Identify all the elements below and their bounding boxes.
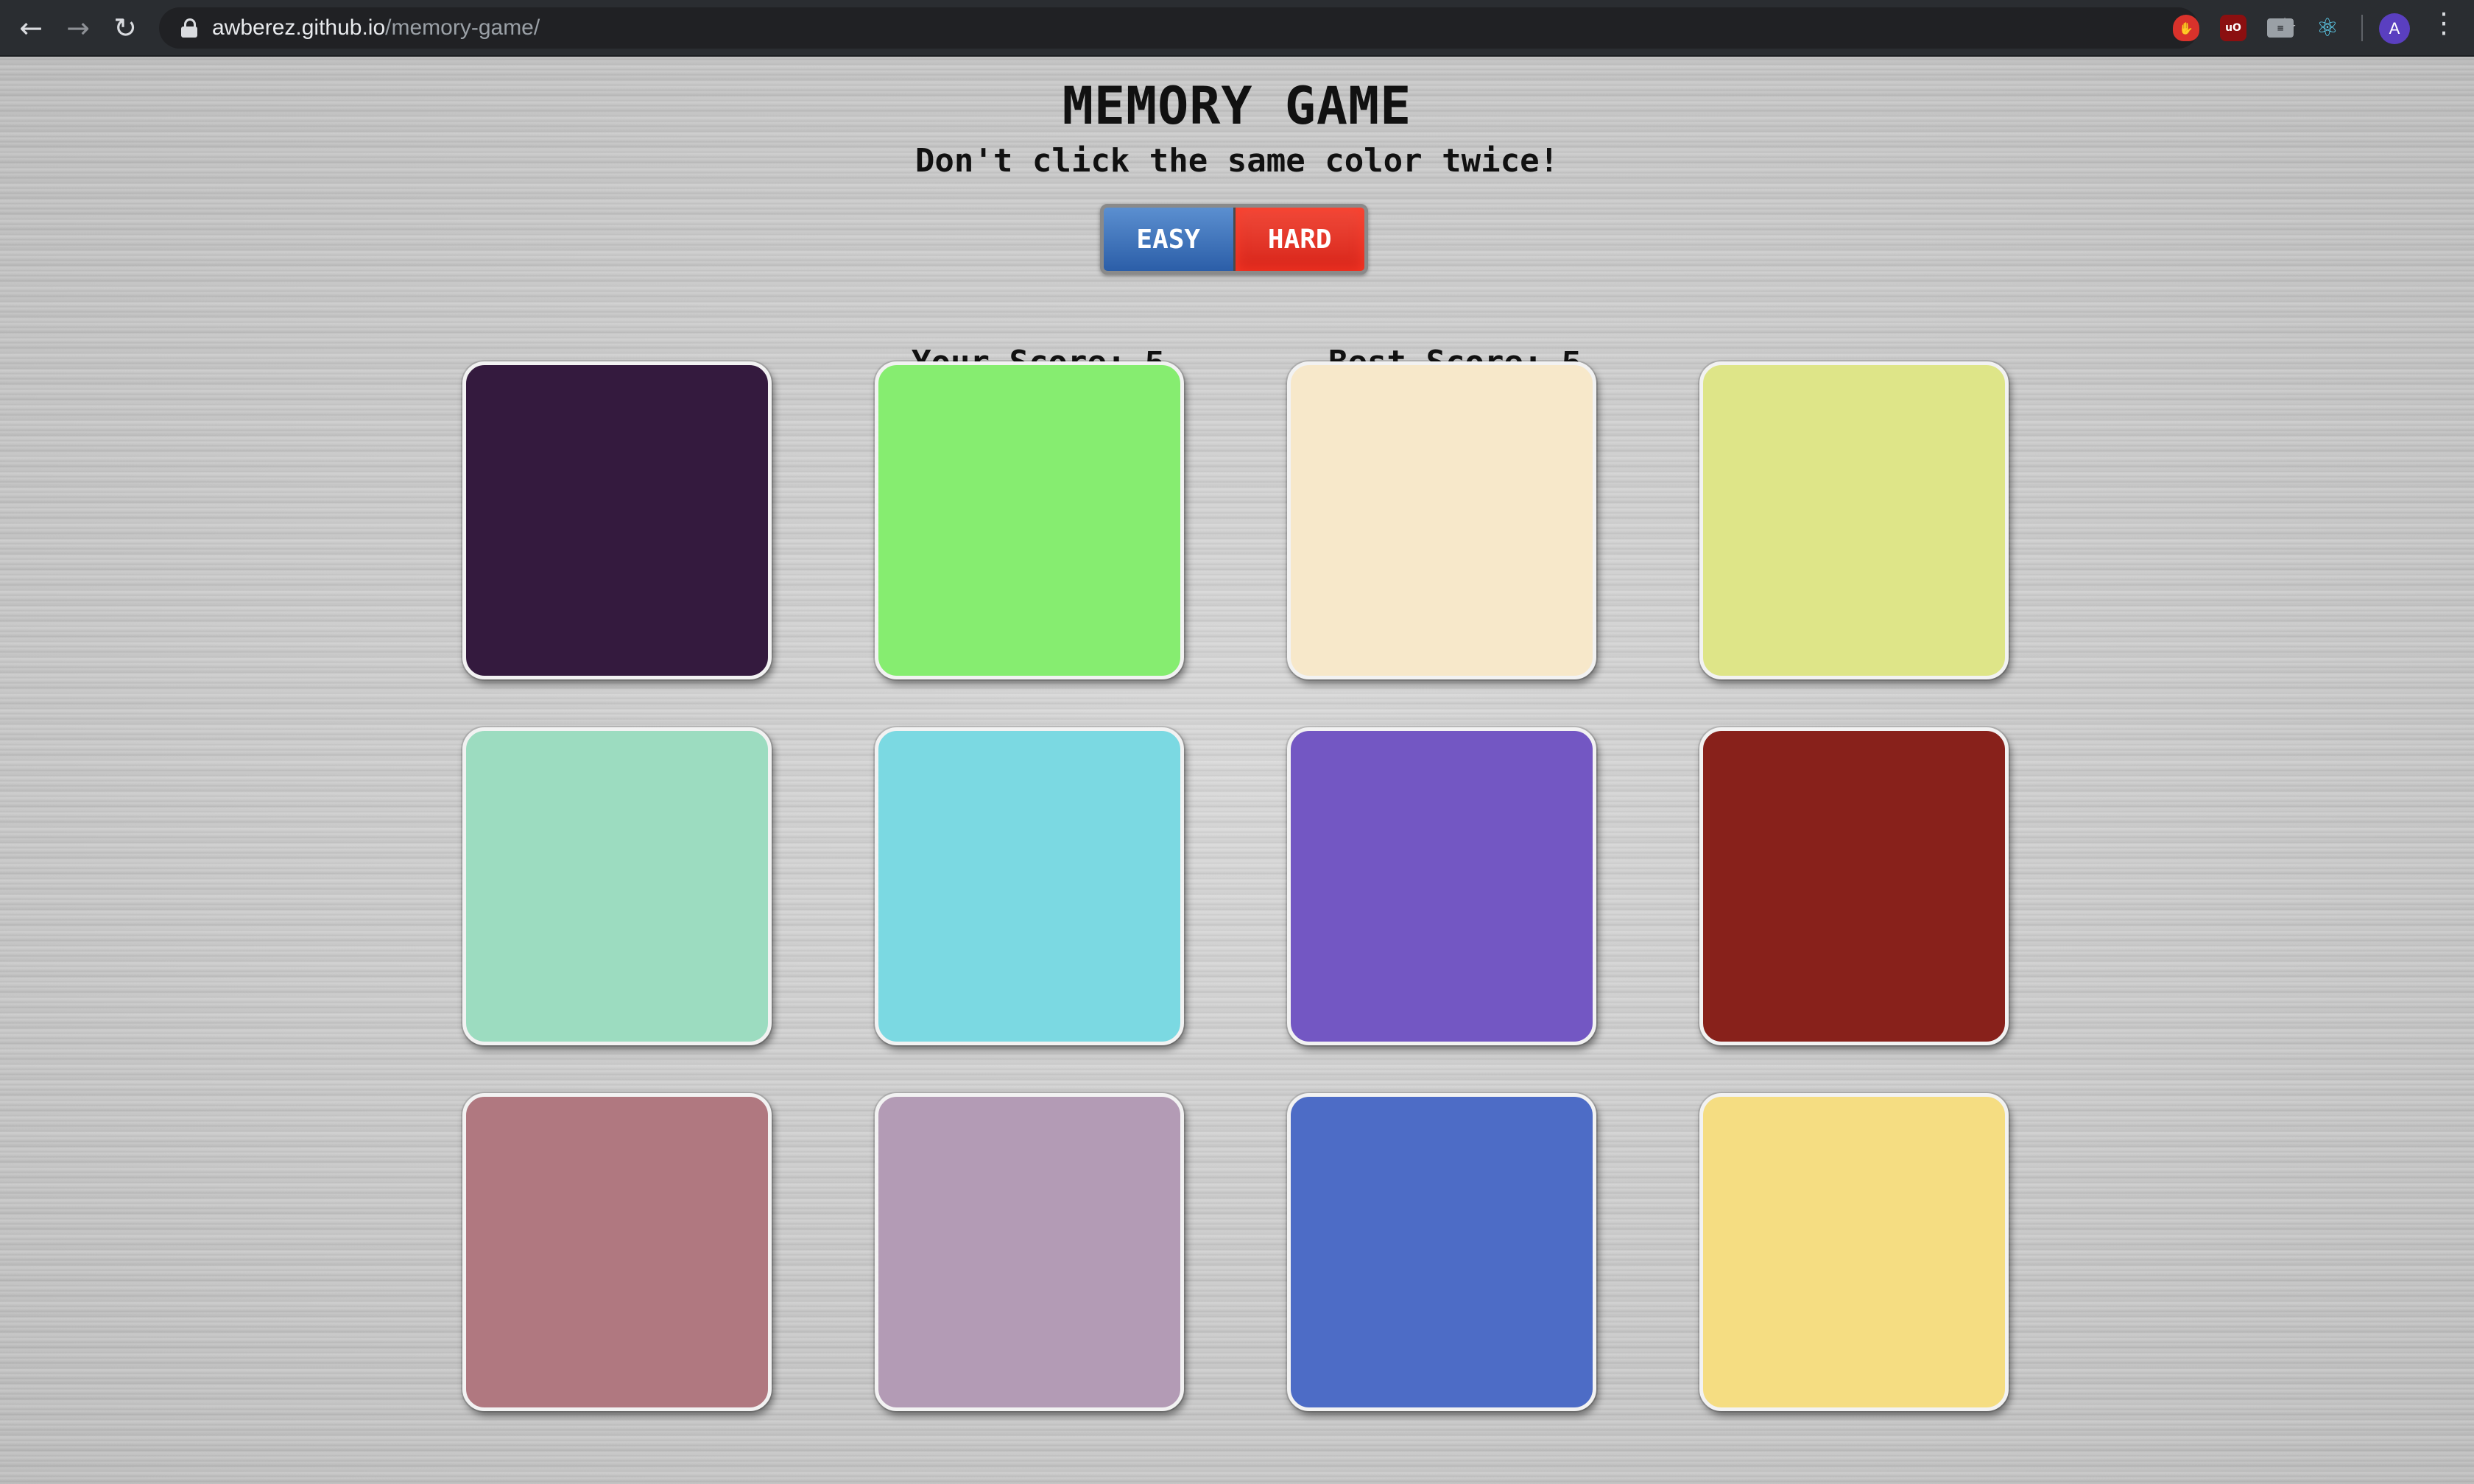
easy-button[interactable]: EASY — [1104, 208, 1236, 271]
back-arrow-icon[interactable]: ← — [10, 7, 52, 49]
color-card[interactable] — [1699, 361, 2009, 679]
page-title: MEMORY GAME — [1062, 76, 1412, 136]
color-card[interactable] — [1287, 727, 1596, 1045]
lock-icon — [181, 18, 197, 38]
color-card[interactable] — [1287, 361, 1596, 679]
forward-arrow-icon[interactable]: → — [57, 7, 99, 49]
hard-button[interactable]: HARD — [1235, 208, 1364, 271]
adblock-extension-icon[interactable]: ✋ — [2173, 15, 2199, 41]
react-devtools-icon[interactable]: ⚛ — [2314, 13, 2341, 43]
color-card[interactable] — [1287, 1093, 1596, 1411]
color-card[interactable] — [875, 1093, 1184, 1411]
color-card[interactable] — [875, 727, 1184, 1045]
url-text[interactable]: awberez.github.io/memory-game/ — [212, 15, 540, 40]
extension-icon[interactable]: ≡ — [2267, 18, 2294, 38]
url-host: awberez.github.io — [212, 15, 386, 40]
page-subtitle: Don't click the same color twice! — [914, 142, 1560, 180]
reload-icon[interactable]: ↻ — [105, 7, 146, 49]
browser-menu-icon[interactable]: ⋮ — [2430, 9, 2458, 37]
color-card[interactable] — [462, 1093, 772, 1411]
ublock-extension-icon[interactable]: uO — [2220, 15, 2246, 41]
url-path: /memory-game/ — [385, 15, 540, 40]
difficulty-toggle: EASY HARD — [1100, 204, 1368, 275]
toolbar-divider — [2361, 15, 2363, 41]
color-card[interactable] — [462, 361, 772, 679]
game-page: MEMORY GAME Don't click the same color t… — [0, 57, 2474, 1484]
color-card[interactable] — [1699, 727, 2009, 1045]
browser-toolbar: ← → ↻ awberez.github.io/memory-game/ ☆ ✋… — [0, 0, 2474, 57]
color-card[interactable] — [462, 727, 772, 1045]
color-card[interactable] — [875, 361, 1184, 679]
address-bar[interactable]: awberez.github.io/memory-game/ ☆ — [159, 7, 2297, 49]
color-card[interactable] — [1699, 1093, 2009, 1411]
profile-avatar[interactable]: A — [2379, 13, 2410, 44]
